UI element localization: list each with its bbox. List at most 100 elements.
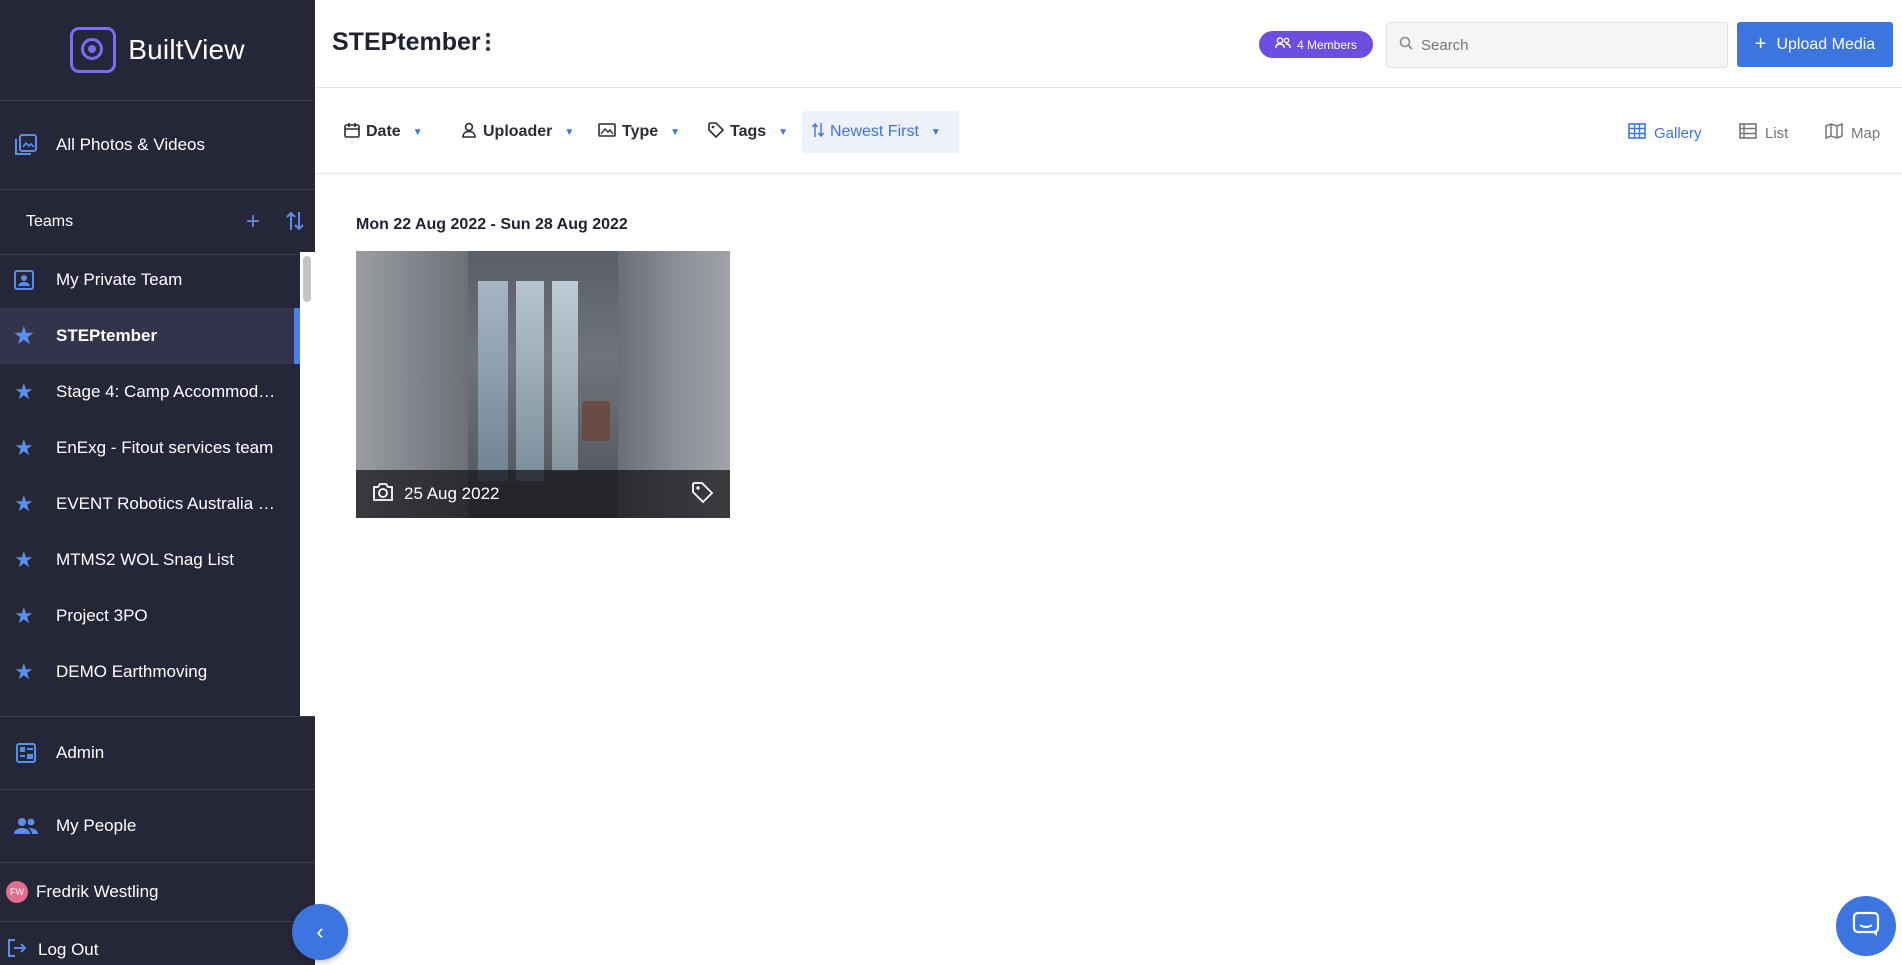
nav-log-out[interactable]: Log Out — [0, 922, 315, 965]
photo-window — [552, 281, 578, 471]
tags-filter[interactable]: Tags ▼ — [698, 111, 798, 153]
nav-label: Admin — [56, 743, 105, 762]
view-list[interactable]: List — [1739, 123, 1788, 143]
uploader-filter[interactable]: Uploader ▼ — [451, 111, 584, 153]
people-icon — [1275, 37, 1291, 52]
date-range-heading: Mon 22 Aug 2022 - Sun 28 Aug 2022 — [356, 216, 628, 233]
view-gallery[interactable]: Gallery — [1628, 123, 1702, 143]
logout-icon — [8, 938, 28, 962]
search-field[interactable] — [1386, 22, 1728, 68]
teams-scrollbar-thumb[interactable] — [303, 256, 311, 302]
admin-dashboard-icon — [14, 741, 38, 765]
upload-label: Upload Media — [1776, 35, 1876, 53]
team-label: MTMS2 WOL Snag List — [56, 550, 234, 569]
teams-scrollbar[interactable] — [300, 252, 315, 716]
team-label: EVENT Robotics Australia Ch... — [56, 494, 278, 513]
star-icon: ★ — [14, 435, 34, 460]
sort-label: Newest First — [830, 123, 919, 140]
team-item-stage-4[interactable]: ★ Stage 4: Camp Accommodati... — [0, 364, 300, 420]
bottom-nav: Admin My People FW Fredrik Westling Log … — [0, 716, 315, 965]
search-input[interactable] — [1421, 36, 1711, 54]
grid-icon — [1628, 123, 1646, 143]
map-icon — [1825, 122, 1843, 143]
chevron-left-icon: ‹ — [316, 919, 324, 944]
list-icon — [1739, 123, 1757, 143]
photo-date: 25 Aug 2022 — [404, 484, 500, 503]
search-icon — [1399, 36, 1413, 55]
photo-window — [478, 281, 508, 481]
collapse-sidebar-button[interactable]: ‹ — [292, 904, 348, 960]
chat-support-button[interactable] — [1836, 896, 1896, 956]
page-title: STEPtember — [332, 28, 481, 56]
view-label: Gallery — [1654, 124, 1702, 142]
view-label: Map — [1851, 124, 1881, 142]
team-item-event-robotics[interactable]: ★ EVENT Robotics Australia Ch... — [0, 476, 300, 532]
caret-down-icon: ▼ — [564, 126, 575, 138]
user-name: Fredrik Westling — [36, 882, 159, 901]
brand-logo[interactable]: BuiltView — [0, 0, 315, 100]
star-icon: ★ — [14, 379, 34, 404]
chat-icon — [1852, 911, 1880, 942]
thumbnail-caption-bar: 25 Aug 2022 — [356, 470, 730, 518]
team-label: Stage 4: Camp Accommodati... — [56, 382, 278, 401]
team-label: My Private Team — [56, 270, 183, 289]
team-item-steptember[interactable]: ★ STEPtember — [0, 308, 300, 364]
view-map[interactable]: Map — [1825, 122, 1881, 143]
teams-heading: Teams — [26, 213, 74, 230]
members-count: 4 Members — [1296, 37, 1358, 52]
sort-teams-icon[interactable] — [286, 210, 304, 237]
star-icon: ★ — [14, 659, 34, 684]
nav-label: Log Out — [38, 940, 99, 959]
team-item-mtms2[interactable]: ★ MTMS2 WOL Snag List — [0, 532, 300, 588]
upload-media-button[interactable]: + Upload Media — [1737, 22, 1893, 67]
view-label: List — [1765, 124, 1789, 142]
calendar-icon — [344, 122, 360, 143]
caret-down-icon: ▼ — [778, 126, 789, 138]
members-badge[interactable]: 4 Members — [1259, 31, 1373, 58]
team-item-my-private-team[interactable]: My Private Team — [0, 252, 300, 308]
photo-window — [516, 281, 544, 481]
page-header: STEPtember 4 Members + Upload Media — [315, 0, 1902, 88]
nav-label: All Photos & Videos — [56, 135, 205, 154]
nav-all-photos-videos[interactable]: All Photos & Videos — [0, 101, 315, 189]
team-item-demo-earthmoving[interactable]: ★ DEMO Earthmoving — [0, 644, 300, 700]
brand-name: BuiltView — [128, 34, 245, 65]
filter-label: Date — [366, 123, 401, 140]
filter-label: Type — [622, 123, 659, 140]
date-filter[interactable]: Date ▼ — [334, 111, 433, 153]
camera-icon — [372, 482, 394, 507]
person-icon — [461, 122, 477, 143]
filter-label: Uploader — [483, 123, 553, 140]
image-icon — [598, 122, 616, 143]
more-options-icon[interactable] — [485, 32, 491, 57]
tag-icon[interactable] — [692, 482, 714, 509]
add-team-icon[interactable]: + — [246, 210, 260, 234]
filter-label: Tags — [730, 123, 767, 140]
star-icon: ★ — [14, 603, 34, 628]
nav-label: My People — [56, 816, 137, 835]
star-icon: ★ — [14, 323, 34, 348]
user-profile[interactable]: FW Fredrik Westling — [0, 863, 315, 921]
team-item-project-3po[interactable]: ★ Project 3PO — [0, 588, 300, 644]
sort-arrows-icon — [811, 122, 825, 143]
type-filter[interactable]: Type ▼ — [588, 111, 690, 153]
teams-header: Teams + — [0, 190, 315, 254]
star-icon: ★ — [14, 547, 34, 572]
caret-down-icon: ▼ — [930, 126, 941, 138]
sidebar: BuiltView All Photos & Videos Teams + My… — [0, 0, 315, 965]
nav-admin[interactable]: Admin — [0, 717, 315, 789]
photo-chair — [582, 401, 610, 441]
team-item-enexg[interactable]: ★ EnExg - Fitout services team — [0, 420, 300, 476]
team-label: DEMO Earthmoving — [56, 662, 208, 681]
sort-order-dropdown[interactable]: Newest First ▼ — [802, 111, 959, 153]
photo-library-icon — [14, 133, 38, 157]
builtview-logo-icon — [70, 27, 117, 73]
plus-icon: + — [1754, 33, 1767, 55]
nav-my-people[interactable]: My People — [0, 790, 315, 862]
teams-list: My Private Team ★ STEPtember ★ Stage 4: … — [0, 252, 300, 716]
tag-icon — [708, 121, 725, 143]
media-thumbnail[interactable]: 25 Aug 2022 — [356, 251, 730, 518]
avatar: FW — [6, 881, 28, 903]
team-label: EnExg - Fitout services team — [56, 438, 274, 457]
filter-bar: Date ▼ Uploader ▼ Type ▼ Tags ▼ Newest F… — [315, 89, 1902, 174]
